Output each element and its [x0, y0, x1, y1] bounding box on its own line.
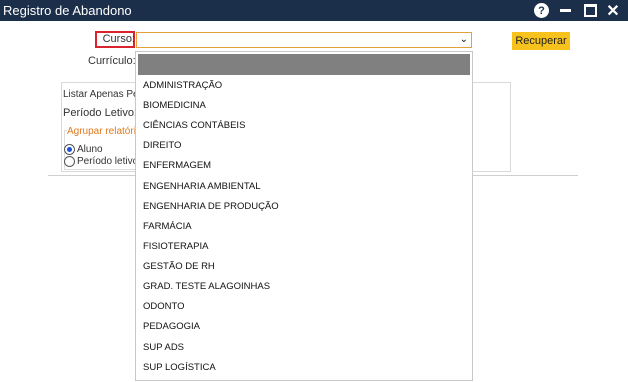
curso-dropdown-list[interactable]: ADMINISTRAÇÃO BIOMEDICINA CIÊNCIAS CONTÁ…	[135, 51, 473, 381]
curriculo-label: Currículo:	[88, 55, 136, 67]
radio-periodo-letivo[interactable]	[64, 156, 75, 167]
dropdown-item[interactable]: FARMÁCIA	[143, 221, 192, 232]
window-title: Registro de Abandono	[3, 3, 132, 18]
dropdown-item[interactable]: ENFERMAGEM	[143, 160, 211, 171]
minimize-icon[interactable]	[558, 2, 572, 19]
recuperar-button[interactable]: Recuperar	[512, 32, 570, 50]
help-icon[interactable]: ?	[534, 3, 549, 18]
dropdown-item[interactable]: SUP LOGÍSTICA	[143, 362, 216, 373]
dropdown-item[interactable]: FISIOTERAPIA	[143, 241, 208, 252]
title-bar: Registro de Abandono ? ✕	[0, 0, 628, 21]
dropdown-item[interactable]: GRAD. TESTE ALAGOINHAS	[143, 281, 270, 292]
dropdown-item[interactable]: DIREITO	[143, 140, 181, 151]
dropdown-item[interactable]: PEDAGOGIA	[143, 321, 200, 332]
dropdown-item[interactable]: CIÊNCIAS CONTÁBEIS	[143, 120, 245, 131]
maximize-icon[interactable]	[583, 2, 597, 19]
dropdown-item[interactable]: ADMINISTRAÇÃO	[143, 80, 222, 91]
periodo-letivo-label: Período Letivo:	[63, 107, 137, 119]
dropdown-item[interactable]: ENGENHARIA DE PRODUÇÃO	[143, 201, 279, 212]
curso-label: Curso:	[102, 33, 135, 45]
dropdown-item[interactable]: ODONTO	[143, 301, 185, 312]
curso-select[interactable]: ⌄	[136, 32, 472, 48]
dropdown-item[interactable]: BIOMEDICINA	[143, 100, 206, 111]
dropdown-item[interactable]: GESTÃO DE RH	[143, 261, 215, 272]
radio-aluno-label: Aluno	[77, 144, 103, 155]
agrupar-label: Agrupar relatório	[67, 126, 142, 137]
chevron-down-icon[interactable]: ⌄	[460, 34, 468, 45]
dropdown-item[interactable]: SUP ADS	[143, 342, 184, 353]
dropdown-item-empty-selected[interactable]	[138, 54, 470, 75]
radio-periodo-letivo-label: Período letivo	[77, 156, 139, 167]
dropdown-item[interactable]: ENGENHARIA AMBIENTAL	[143, 181, 261, 192]
radio-aluno[interactable]	[64, 144, 75, 155]
close-icon[interactable]: ✕	[605, 2, 621, 20]
